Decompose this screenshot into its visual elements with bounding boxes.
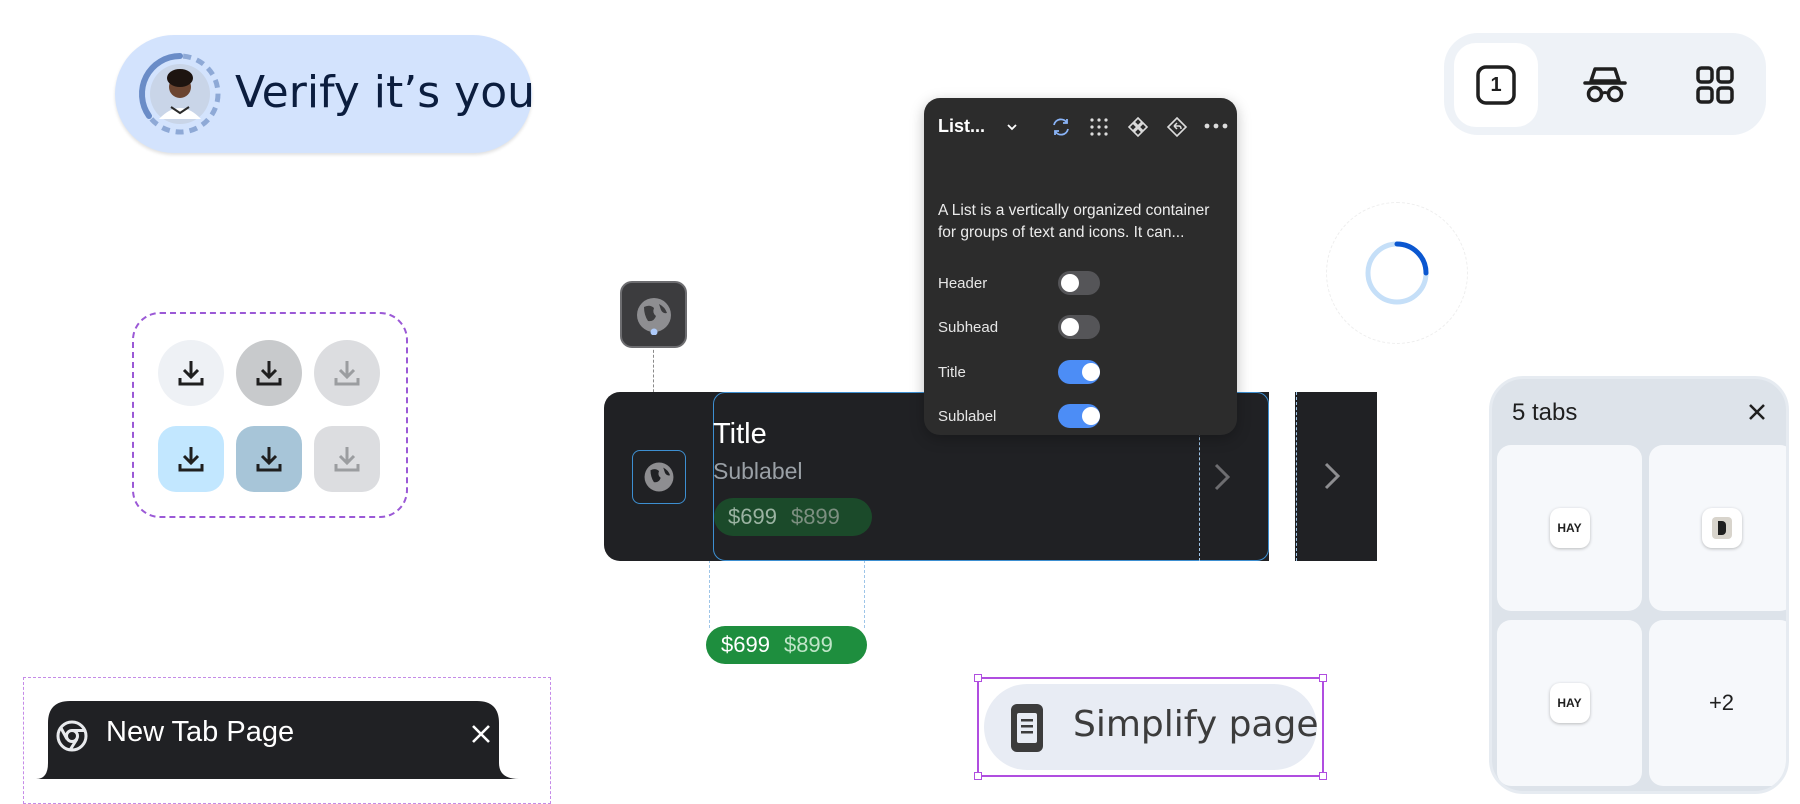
download-button-states xyxy=(132,312,408,518)
property-label: Subhead xyxy=(938,318,999,336)
incognito-icon xyxy=(1583,67,1627,103)
globe-icon xyxy=(644,462,674,492)
verify-identity-chip[interactable]: Verify it’s you xyxy=(115,35,536,153)
list-item-title: Title xyxy=(713,418,767,450)
title-toggle[interactable] xyxy=(1058,360,1101,384)
property-label: Header xyxy=(938,274,988,292)
toggle-knob xyxy=(1061,318,1080,336)
header-toggle[interactable] xyxy=(1058,271,1100,295)
simplify-page-label: Simplify page xyxy=(1073,704,1319,745)
avatar-progress-ring xyxy=(138,53,221,135)
tab-tile[interactable] xyxy=(1649,445,1786,611)
price-original: $899 xyxy=(790,504,840,529)
favicon: HAY xyxy=(1549,508,1590,548)
download-button-hover[interactable] xyxy=(236,340,302,406)
globe-icon-tile xyxy=(620,281,687,348)
toggle-knob xyxy=(1061,274,1080,292)
more-tabs-count: +2 xyxy=(1708,690,1735,715)
list-item-leading-icon xyxy=(632,450,686,504)
reset-icon[interactable] xyxy=(1166,116,1188,138)
tab-tile[interactable]: HAY xyxy=(1497,620,1642,786)
download-icon xyxy=(178,361,204,386)
close-icon[interactable] xyxy=(469,722,493,746)
verify-title: Verify it’s you xyxy=(235,67,536,118)
price-sale: $699 xyxy=(728,504,777,529)
download-icon xyxy=(334,447,360,472)
reader-mode-icon xyxy=(1011,704,1043,752)
property-row-title: Title xyxy=(938,359,1218,385)
instances-icon[interactable] xyxy=(1088,116,1110,138)
chevron-down-icon xyxy=(1007,123,1017,130)
globe-icon xyxy=(636,297,671,335)
more-options-icon[interactable] xyxy=(1204,122,1228,130)
close-icon[interactable] xyxy=(1746,401,1768,423)
download-icon xyxy=(334,361,360,386)
favicon: HAY xyxy=(1549,683,1590,723)
component-properties-popover: List... A List is a vertically organized… xyxy=(924,98,1237,435)
tab-tile[interactable]: HAY xyxy=(1497,445,1642,611)
bold-b-icon xyxy=(1711,517,1732,539)
refresh-icon[interactable] xyxy=(1050,116,1072,138)
window-toolbar: 1 xyxy=(1444,33,1766,135)
tab-group-title: 5 tabs xyxy=(1512,399,1578,426)
property-row-header: Header xyxy=(938,270,1218,296)
download-button-active-hover[interactable] xyxy=(236,426,302,492)
apps-grid-button[interactable] xyxy=(1673,43,1757,127)
chevron-right-icon xyxy=(1324,462,1341,490)
spacer xyxy=(1269,392,1296,561)
price-sale: $699 xyxy=(721,632,770,657)
property-label: Title xyxy=(938,363,966,381)
chevron-right-icon xyxy=(1214,463,1231,491)
component-description: A List is a vertically organized contain… xyxy=(938,202,1210,241)
download-icon xyxy=(256,447,282,472)
property-row-subhead: Subhead xyxy=(938,314,1218,340)
sublabel-toggle[interactable] xyxy=(1058,404,1101,428)
tab-title: New Tab Page xyxy=(106,716,295,748)
download-icon xyxy=(178,447,204,472)
download-icon xyxy=(256,361,282,386)
incognito-button[interactable] xyxy=(1563,43,1647,127)
tab-count: 1 xyxy=(1490,73,1502,96)
download-button-active[interactable] xyxy=(158,426,224,492)
property-label: Sublabel xyxy=(938,407,997,425)
tab-group-panel: 5 tabs HAY HAY +2 xyxy=(1489,376,1789,794)
download-button[interactable] xyxy=(158,340,224,406)
download-button-active-disabled[interactable] xyxy=(314,426,380,492)
toggle-knob xyxy=(1082,407,1101,425)
component-name: List... xyxy=(938,116,986,136)
more-tabs-tile[interactable]: +2 xyxy=(1649,620,1786,786)
price-chip: $699 $899 xyxy=(706,626,867,664)
favicon xyxy=(1701,508,1742,548)
list-item-sublabel: Sublabel xyxy=(713,458,803,484)
loading-spinner xyxy=(1365,241,1429,305)
price-original: $899 xyxy=(783,632,833,657)
tab-switcher-button[interactable]: 1 xyxy=(1454,43,1538,127)
property-row-sublabel: Sublabel xyxy=(938,403,1218,429)
subhead-toggle[interactable] xyxy=(1058,315,1100,339)
component-icon[interactable] xyxy=(1127,116,1149,138)
list-item-trailing[interactable] xyxy=(1295,392,1377,561)
guide-line xyxy=(1296,392,1297,561)
component-selector[interactable]: List... xyxy=(938,116,1019,137)
price-chip-dim: $699 $899 xyxy=(714,498,872,536)
download-button-disabled[interactable] xyxy=(314,340,380,406)
chrome-icon xyxy=(56,720,88,752)
grid-icon xyxy=(1696,66,1734,104)
toggle-knob xyxy=(1082,363,1101,381)
